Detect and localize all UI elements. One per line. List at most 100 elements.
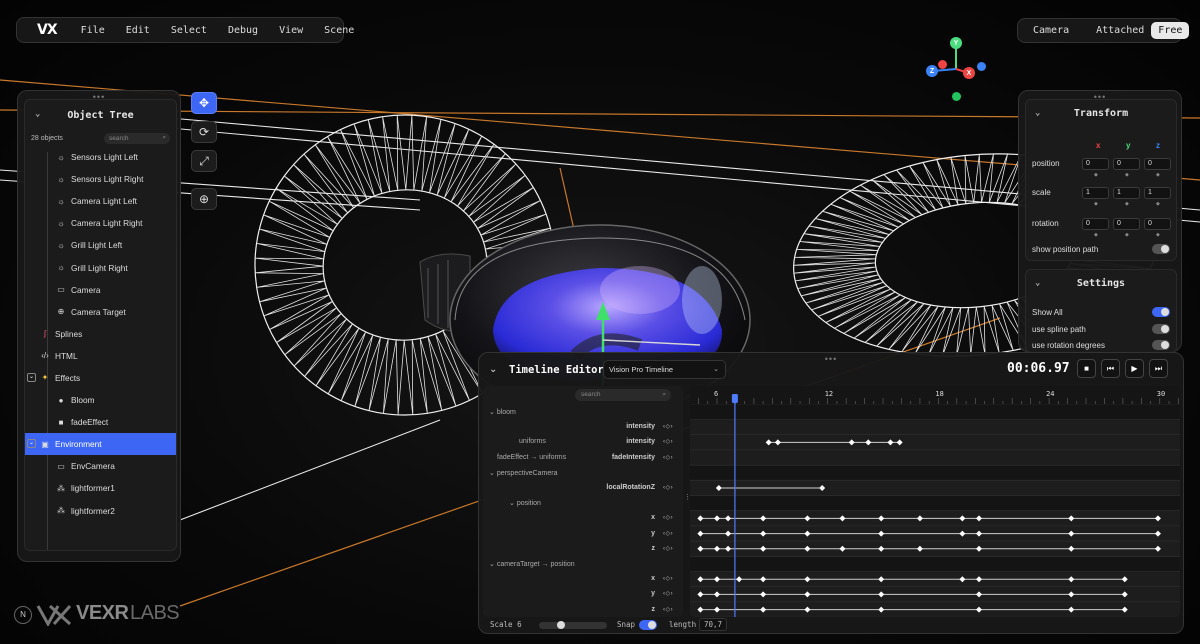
scale-slider-handle[interactable] — [557, 621, 565, 629]
track-subgroup-label[interactable]: ⌄ position — [509, 499, 541, 507]
menu-file[interactable]: File — [81, 25, 105, 36]
gizmo-z-axis[interactable]: Z — [926, 65, 938, 77]
orientation-gizmo[interactable]: Y Z X — [923, 33, 988, 105]
setting-toggle[interactable] — [1152, 307, 1170, 317]
track-group-label[interactable]: ⌄ cameraTarget → position — [489, 560, 575, 568]
tree-item[interactable]: ⁂ lightformer1 — [25, 477, 176, 499]
keyframe-nav-icon[interactable]: ‹◇› — [663, 454, 673, 461]
track-row[interactable] — [690, 496, 1180, 511]
transform-scale-y-input[interactable]: 1 — [1113, 187, 1140, 199]
transform-rotation-x-input[interactable]: 0 — [1082, 218, 1109, 230]
tree-item[interactable]: ☼ Grill Light Right — [25, 256, 176, 278]
keyframe-diamond-icon[interactable]: ◆ — [1094, 232, 1098, 238]
keyframe-nav-icon[interactable]: ‹◇› — [663, 438, 673, 445]
track-row[interactable] — [690, 405, 1180, 420]
keyframe-nav-icon[interactable]: ‹◇› — [663, 484, 673, 491]
gizmo-neg-z[interactable] — [977, 62, 986, 71]
tree-item[interactable]: ☼ Camera Light Left — [25, 190, 176, 212]
gizmo-y-axis[interactable]: Y — [950, 37, 962, 49]
keyframe-canvas[interactable]: 6 12 18 24 30 — [690, 386, 1180, 617]
object-search-input[interactable]: search ⌕ — [104, 132, 170, 144]
track-group-label[interactable]: ⌄ perspectiveCamera — [489, 469, 558, 477]
gizmo-neg-x[interactable] — [938, 60, 947, 69]
keyframe-nav-icon[interactable]: ‹◇› — [663, 530, 673, 537]
transform-position-y-input[interactable]: 0 — [1113, 158, 1140, 170]
tree-item[interactable]: ⁂ lightformer2 — [25, 500, 176, 522]
transform-scale-z-input[interactable]: 1 — [1144, 187, 1171, 199]
menu-view[interactable]: View — [279, 25, 303, 36]
keyframe-nav-icon[interactable]: ‹◇› — [663, 545, 673, 552]
collapse-chevron-icon[interactable]: ⌄ — [489, 364, 497, 375]
menu-edit[interactable]: Edit — [126, 25, 150, 36]
collapse-chevron-icon[interactable]: ⌄ — [35, 109, 40, 119]
setting-toggle[interactable] — [1152, 323, 1170, 334]
rewind-button[interactable]: ⏮ — [1101, 359, 1120, 378]
keyframe-area[interactable]: 6 12 18 24 30 — [690, 386, 1180, 617]
keyframe-diamond-icon[interactable]: ◆ — [1156, 172, 1160, 178]
skip-end-button[interactable]: ⏭ — [1149, 359, 1168, 378]
camera-attached-button[interactable]: Attached — [1089, 22, 1151, 39]
tree-item[interactable]: ☼ Sensors Light Right — [25, 168, 176, 190]
track-row[interactable] — [690, 435, 1180, 450]
tree-item[interactable]: ▭ EnvCamera — [25, 455, 176, 477]
tree-item[interactable]: ☼ Grill Light Left — [25, 234, 176, 256]
transform-rotation-z-input[interactable]: 0 — [1144, 218, 1171, 230]
gizmo-neg-y[interactable] — [952, 92, 961, 101]
tree-item[interactable]: ⌄ ✦ Effects — [25, 367, 176, 389]
transform-position-z-input[interactable]: 0 — [1144, 158, 1171, 170]
keyframe-diamond-icon[interactable]: ◆ — [1156, 201, 1160, 207]
scale-slider[interactable] — [539, 621, 607, 629]
length-input[interactable]: 70,7 — [699, 618, 727, 631]
transform-scale-x-input[interactable]: 1 — [1082, 187, 1109, 199]
keyframe-nav-icon[interactable]: ‹◇› — [663, 606, 673, 613]
tree-item[interactable]: ☼ Camera Light Right — [25, 212, 176, 234]
transform-position-x-input[interactable]: 0 — [1082, 158, 1109, 170]
tree-item[interactable]: ⊕ Camera Target — [25, 301, 176, 323]
tree-item[interactable]: ● Bloom — [25, 389, 176, 411]
viewport[interactable]: VX File Edit Select Debug View Scene Cam… — [0, 0, 1200, 644]
app-logo[interactable]: VX — [37, 22, 58, 38]
tree-item[interactable]: ⌄ ▣ Environment — [25, 433, 176, 456]
track-row[interactable] — [690, 450, 1180, 466]
keyframe-diamond-icon[interactable]: ◆ — [1125, 232, 1129, 238]
camera-free-button[interactable]: Free — [1151, 22, 1190, 39]
move-tool-button[interactable]: ✥ — [191, 92, 217, 114]
track-group-label[interactable]: ⌄ bloom — [489, 408, 516, 416]
world-space-button[interactable]: ⊕ — [191, 188, 217, 210]
collapse-chevron-icon[interactable]: ⌄ — [1035, 108, 1040, 118]
tree-item[interactable]: ∫ Splines — [25, 323, 176, 345]
keyframe-nav-icon[interactable]: ‹◇› — [663, 423, 673, 430]
rotate-tool-button[interactable]: ⟳ — [191, 121, 217, 143]
tree-item[interactable]: ‹/› HTML — [25, 345, 176, 367]
tree-item[interactable]: ☼ Sensors Light Left — [25, 146, 176, 168]
menu-debug[interactable]: Debug — [228, 25, 258, 36]
expand-toggle-icon[interactable]: ⌄ — [27, 372, 36, 382]
keyframe-nav-icon[interactable]: ‹◇› — [663, 575, 673, 582]
tree-item[interactable]: ▭ Camera — [25, 279, 176, 301]
menu-scene[interactable]: Scene — [324, 25, 354, 36]
keyframe-diamond-icon[interactable]: ◆ — [1094, 201, 1098, 207]
expand-toggle-icon[interactable]: ⌄ — [27, 439, 36, 449]
next-badge[interactable]: N — [14, 606, 32, 624]
track-row[interactable] — [690, 420, 1180, 435]
track-row[interactable] — [690, 557, 1180, 572]
menu-select[interactable]: Select — [171, 25, 207, 36]
keyframe-diamond-icon[interactable]: ◆ — [1156, 232, 1160, 238]
keyframe-nav-icon[interactable]: ‹◇› — [663, 590, 673, 597]
setting-toggle[interactable] — [1152, 340, 1170, 350]
timeline-select[interactable]: Vision Pro Timeline ⌄ — [603, 360, 726, 379]
playhead-handle[interactable] — [731, 394, 738, 403]
play-button[interactable]: ▶ — [1125, 359, 1144, 378]
keyframe-diamond-icon[interactable]: ◆ — [1094, 172, 1098, 178]
collapse-chevron-icon[interactable]: ⌄ — [1035, 278, 1040, 288]
scale-tool-button[interactable]: ⤢ — [191, 150, 217, 172]
show-position-path-toggle[interactable] — [1152, 244, 1170, 254]
keyframe-nav-icon[interactable]: ‹◇› — [663, 514, 673, 521]
keyframe-diamond-icon[interactable]: ◆ — [1125, 172, 1129, 178]
keyframe-diamond-icon[interactable]: ◆ — [1125, 201, 1129, 207]
transform-rotation-y-input[interactable]: 0 — [1113, 218, 1140, 230]
snap-toggle[interactable] — [639, 620, 657, 630]
stop-button[interactable]: ■ — [1077, 359, 1096, 378]
gizmo-x-axis[interactable]: X — [963, 67, 975, 79]
track-search-input[interactable]: search ⌕ — [575, 389, 671, 401]
